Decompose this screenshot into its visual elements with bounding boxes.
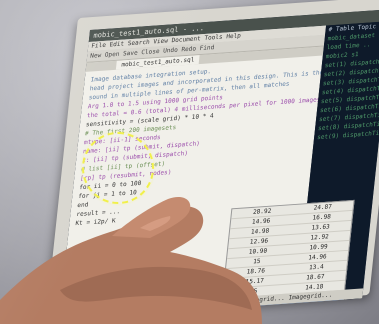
photo-scene: mobic_test1_auto.sql - ... File Edit Sea… [0,0,379,324]
touch-highlight-circle [82,132,154,204]
